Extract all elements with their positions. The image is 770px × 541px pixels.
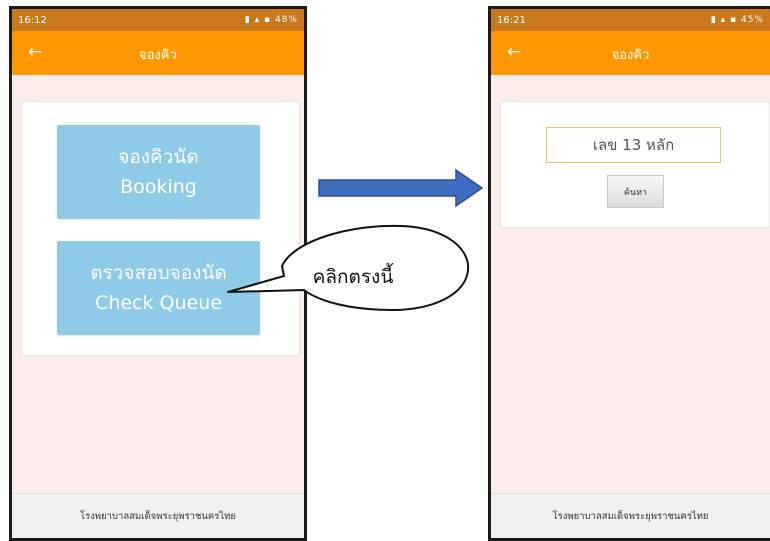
booking-button[interactable]: จองคิวนัด Booking — [57, 125, 260, 219]
search-card: เลข 13 หลัก ค้นหา — [500, 101, 770, 228]
status-icons: ▮ ▴ ▪ 48% — [244, 15, 298, 25]
status-time: 16:21 — [497, 14, 526, 26]
phone-screen-check-queue: 16:21 ▮ ▴ ▪ 45% ← จองคิว เลข 13 หลัก ค้น… — [488, 6, 770, 541]
check-label-th: ตรวจสอบจองนัด — [90, 262, 227, 284]
booking-label-en: Booking — [120, 176, 197, 198]
footer: โรงพยาบาลสมเด็จพระยุพราชนครไทย — [12, 493, 304, 538]
app-bar: ← จองคิว — [12, 31, 304, 75]
app-bar: ← จองคิว — [491, 31, 770, 75]
check-label-en: Check Queue — [95, 292, 222, 314]
citizen-id-input[interactable]: เลข 13 หลัก — [546, 127, 721, 163]
page-title: จองคิว — [139, 48, 177, 63]
callout-text: คลิกตรงนี้ — [312, 266, 394, 288]
battery-percent: 48% — [274, 15, 298, 25]
footer: โรงพยาบาลสมเด็จพระยุพราชนครไทย — [491, 493, 770, 538]
status-icons: ▮ ▴ ▪ 45% — [710, 15, 764, 25]
status-bar: 16:12 ▮ ▴ ▪ 48% — [12, 9, 304, 31]
arrow-right-icon — [318, 168, 484, 208]
battery-percent: 45% — [740, 15, 764, 25]
status-time: 16:12 — [18, 14, 47, 26]
page-title: จองคิว — [611, 48, 650, 63]
status-bar: 16:21 ▮ ▴ ▪ 45% — [491, 9, 770, 31]
booking-label-th: จองคิวนัด — [118, 146, 199, 168]
search-button[interactable]: ค้นหา — [607, 175, 664, 208]
